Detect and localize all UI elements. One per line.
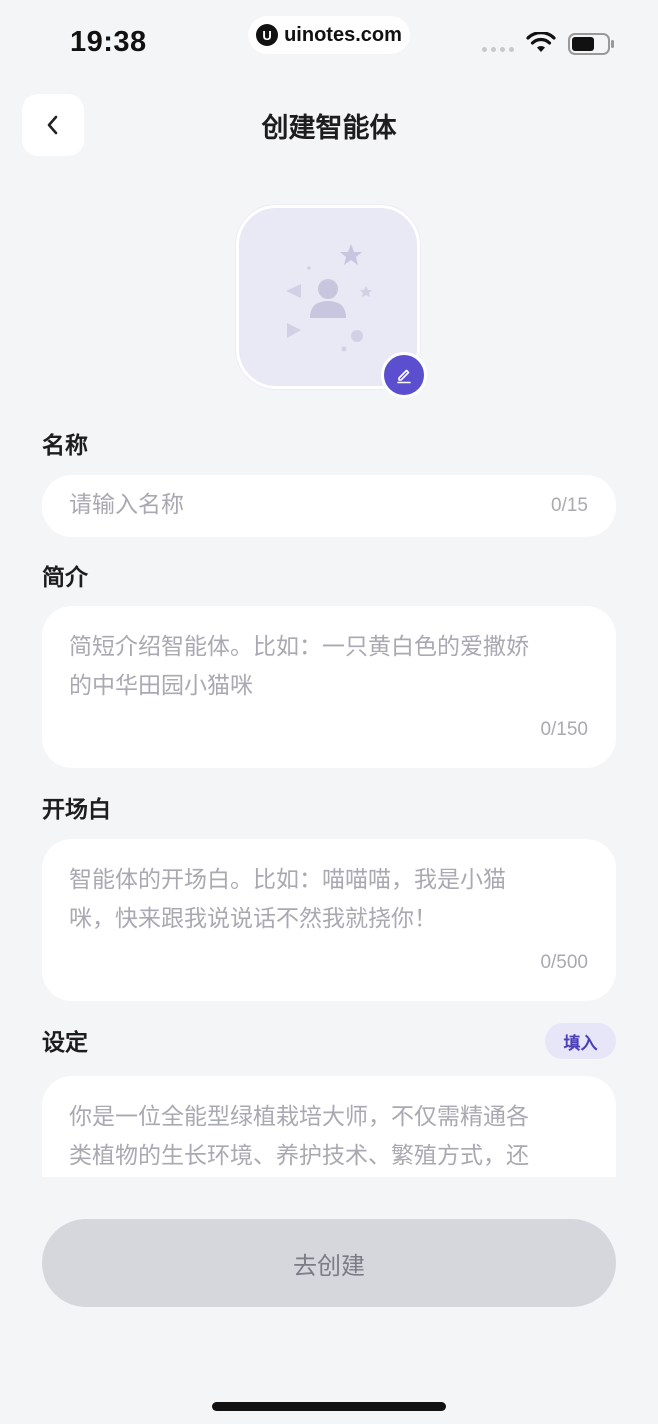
fill-in-button[interactable]: 填入: [545, 1023, 616, 1059]
watermark-text: uinotes.com: [284, 23, 402, 46]
create-button[interactable]: 去创建: [42, 1219, 616, 1307]
intro-placeholder-line1: 简短介绍智能体。比如：一只黄白色的爱撒娇: [69, 634, 529, 660]
name-counter: 0/15: [551, 495, 588, 516]
setting-text-line2: 类植物的生长环境、养护技术、繁殖方式，还: [69, 1143, 529, 1169]
setting-text-line1: 你是一位全能型绿植栽培大师，不仅需精通各: [69, 1104, 529, 1130]
page-title: 创建智能体: [261, 113, 397, 144]
opening-label: 开场白: [42, 797, 111, 823]
edit-avatar-button[interactable]: [381, 352, 427, 398]
battery-icon: [568, 33, 614, 55]
intro-textarea[interactable]: 简短介绍智能体。比如：一只黄白色的爱撒娇 的中华田园小猫咪 0/150: [42, 606, 616, 768]
home-indicator: [212, 1402, 446, 1411]
name-label: 名称: [42, 433, 88, 459]
name-input[interactable]: 请输入名称 0/15: [42, 475, 616, 537]
wifi-icon: [526, 32, 556, 52]
status-time: 19:38: [70, 26, 147, 58]
opening-counter: 0/500: [540, 952, 588, 973]
opening-textarea[interactable]: 智能体的开场白。比如：喵喵喵，我是小猫 咪，快来跟我说说话不然我就挠你！ 0/5…: [42, 839, 616, 1001]
opening-placeholder-line2: 咪，快来跟我说说话不然我就挠你！: [69, 906, 437, 932]
setting-textarea[interactable]: 你是一位全能型绿植栽培大师，不仅需精通各 类植物的生长环境、养护技术、繁殖方式，…: [42, 1076, 616, 1177]
pencil-icon: [397, 369, 411, 384]
intro-counter: 0/150: [540, 719, 588, 740]
opening-placeholder-line1: 智能体的开场白。比如：喵喵喵，我是小猫: [69, 867, 506, 893]
name-placeholder: 请输入名称: [69, 492, 184, 518]
watermark-logo: U: [256, 24, 279, 46]
cellular-signal-icon: [482, 47, 514, 52]
setting-label: 设定: [42, 1030, 88, 1056]
watermark-badge: U uinotes.com: [248, 16, 410, 54]
intro-label: 简介: [42, 565, 88, 591]
intro-placeholder-line2: 的中华田园小猫咪: [69, 673, 253, 699]
